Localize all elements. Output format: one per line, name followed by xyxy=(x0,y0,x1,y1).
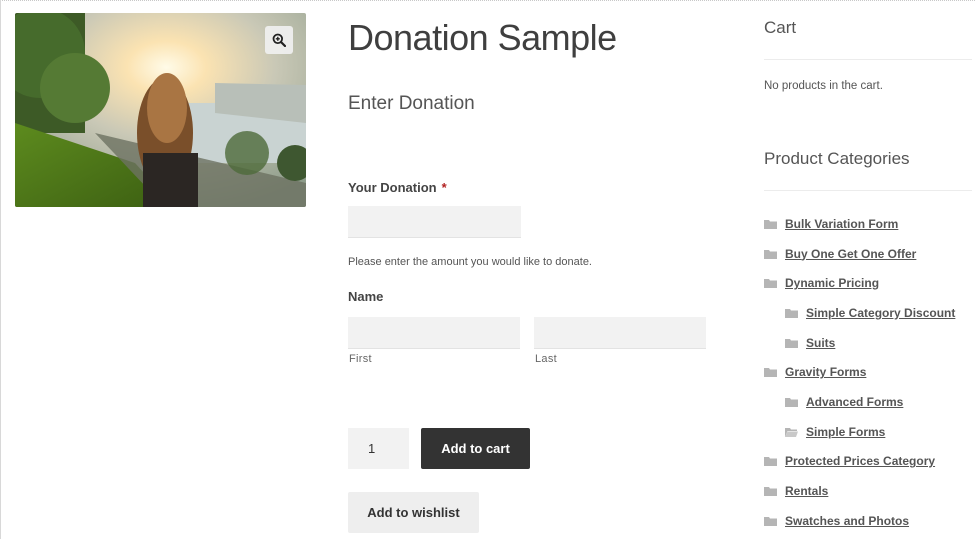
donation-help-text: Please enter the amount you would like t… xyxy=(348,256,592,268)
folder-icon xyxy=(785,397,798,407)
category-item: Suits xyxy=(764,328,955,358)
cart-divider xyxy=(764,59,972,60)
donation-amount-input[interactable] xyxy=(348,206,521,238)
quantity-input[interactable] xyxy=(348,428,409,469)
first-name-input[interactable] xyxy=(348,317,520,349)
category-item: Buy One Get One Offer xyxy=(764,239,955,269)
zoom-button[interactable] xyxy=(265,26,293,54)
add-to-cart-button[interactable]: Add to cart xyxy=(421,428,530,469)
required-mark: * xyxy=(441,180,447,195)
category-item: Protected Prices Category xyxy=(764,447,955,477)
category-item: Simple Forms xyxy=(764,417,955,447)
name-label: Name xyxy=(348,289,384,304)
last-name-sublabel: Last xyxy=(535,353,557,365)
categories-divider xyxy=(764,190,972,191)
category-item: Advanced Forms xyxy=(764,387,955,417)
folder-icon xyxy=(785,338,798,348)
category-link-advanced-forms[interactable]: Advanced Forms xyxy=(806,395,903,409)
category-link-simple-forms[interactable]: Simple Forms xyxy=(806,425,885,439)
zoom-in-icon xyxy=(272,33,286,47)
category-item: Swatches and Photos xyxy=(764,506,955,536)
category-link-simple-category-discount[interactable]: Simple Category Discount xyxy=(806,306,955,320)
product-image[interactable] xyxy=(15,13,306,207)
folder-icon xyxy=(764,487,777,497)
cart-widget-title: Cart xyxy=(764,18,797,37)
category-item: Gravity Forms xyxy=(764,357,955,387)
donation-label: Your Donation * xyxy=(348,180,447,195)
first-name-sublabel: First xyxy=(349,353,372,365)
donation-label-text: Your Donation xyxy=(348,180,437,195)
folder-icon xyxy=(764,516,777,526)
folder-icon xyxy=(764,249,777,259)
category-item: Dynamic Pricing xyxy=(764,268,955,298)
category-link-suits[interactable]: Suits xyxy=(806,336,835,350)
add-to-wishlist-button[interactable]: Add to wishlist xyxy=(348,492,479,533)
section-title: Enter Donation xyxy=(348,93,475,114)
folder-icon xyxy=(764,279,777,289)
left-border xyxy=(0,0,1,539)
folder-icon xyxy=(764,368,777,378)
category-link-buy-one-get-one-offer[interactable]: Buy One Get One Offer xyxy=(785,247,916,261)
cart-empty-message: No products in the cart. xyxy=(764,80,883,92)
top-divider xyxy=(0,0,975,1)
product-title: Donation Sample xyxy=(348,17,617,58)
folder-icon xyxy=(764,457,777,467)
category-item: Rentals xyxy=(764,476,955,506)
product-categories-list: Bulk Variation Form Buy One Get One Offe… xyxy=(764,209,955,536)
category-link-swatches-and-photos[interactable]: Swatches and Photos xyxy=(785,514,909,528)
category-item: Bulk Variation Form xyxy=(764,209,955,239)
category-item: Simple Category Discount xyxy=(764,298,955,328)
category-link-dynamic-pricing[interactable]: Dynamic Pricing xyxy=(785,276,879,290)
product-photo xyxy=(15,13,306,207)
category-link-gravity-forms[interactable]: Gravity Forms xyxy=(785,365,866,379)
category-link-bulk-variation-form[interactable]: Bulk Variation Form xyxy=(785,217,898,231)
categories-widget-title: Product Categories xyxy=(764,149,910,168)
last-name-input[interactable] xyxy=(534,317,706,349)
category-link-protected-prices-category[interactable]: Protected Prices Category xyxy=(785,454,935,468)
folder-open-icon xyxy=(785,427,798,437)
folder-icon xyxy=(785,308,798,318)
folder-icon xyxy=(764,219,777,229)
category-link-rentals[interactable]: Rentals xyxy=(785,484,828,498)
